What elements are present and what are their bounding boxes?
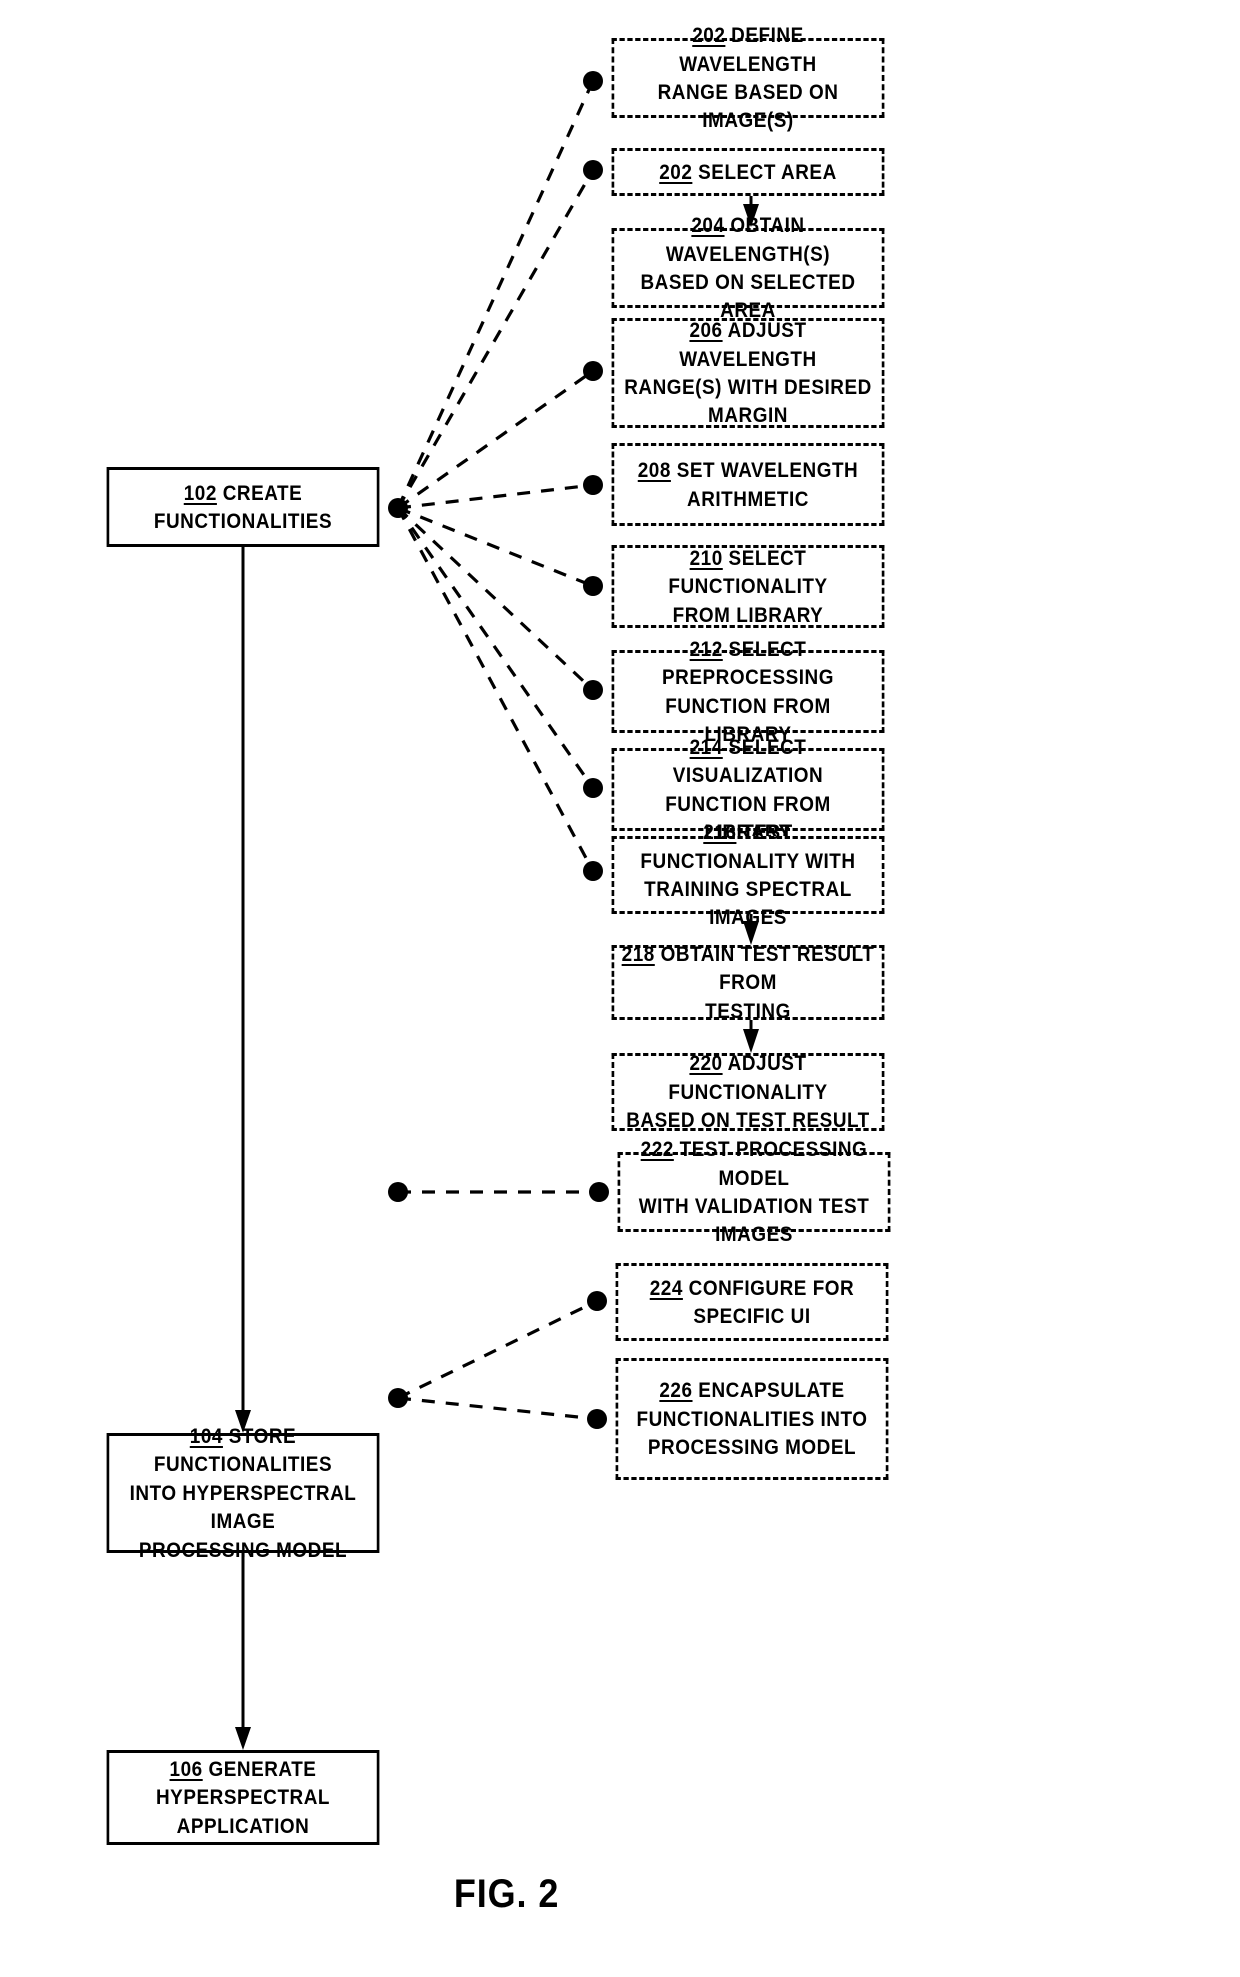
substep-206-line2: RANGE(S) WITH DESIRED <box>624 375 872 399</box>
substep-222-line1: TEST PROCESSING MODEL <box>679 1137 868 1190</box>
ref-numeral-202a: 202 <box>692 23 726 48</box>
figure-caption: FIG. 2 <box>453 1872 560 1916</box>
substep-202a-line2: RANGE BASED ON IMAGE(S) <box>657 80 839 133</box>
substep-box-202b-label: 202 SELECT AREA <box>652 158 844 186</box>
arrow-102-to-104 <box>235 547 251 1433</box>
substep-226-line2: FUNCTIONALITIES INTO <box>636 1406 868 1431</box>
process-box-102-label: 102 CREATE FUNCTIONALITIES <box>109 479 377 536</box>
junction-dots <box>388 71 609 1429</box>
figure-canvas: 102 CREATE FUNCTIONALITIES 104 STORE FUN… <box>0 0 1240 1977</box>
ref-numeral-220: 220 <box>689 1051 723 1076</box>
substep-216-line1: TEST FUNCTIONALITY WITH <box>640 820 856 873</box>
junction-dot-222 <box>589 1182 609 1202</box>
process-box-104-line3: PROCESSING MODEL <box>138 1537 348 1562</box>
process-box-102[interactable]: 102 CREATE FUNCTIONALITIES <box>106 467 380 547</box>
process-box-104[interactable]: 104 STORE FUNCTIONALITIES INTO HYPERSPEC… <box>106 1424 380 1562</box>
junction-dot-202a <box>583 71 603 91</box>
substep-box-206[interactable]: 206 ADJUST WAVELENGTH RANGE(S) WITH DESI… <box>611 316 885 430</box>
ref-numeral-206: 206 <box>689 318 723 343</box>
substep-206-line3: MARGIN <box>708 403 788 428</box>
substep-box-216-label: 216 TEST FUNCTIONALITY WITH TRAINING SPE… <box>614 818 882 932</box>
substep-box-210[interactable]: 210 SELECT FUNCTIONALITY FROM LIBRARY <box>611 544 885 629</box>
ref-numeral-202b: 202 <box>659 159 693 184</box>
ref-numeral-226: 226 <box>659 1378 693 1403</box>
ref-numeral-216: 216 <box>703 820 737 845</box>
ref-numeral-218: 218 <box>621 941 655 966</box>
substep-box-224[interactable]: 224 CONFIGURE FOR SPECIFIC UI <box>615 1263 889 1341</box>
junction-dot-202b <box>583 160 603 180</box>
substep-216-line2: TRAINING SPECTRAL IMAGES <box>644 877 852 930</box>
ref-numeral-204: 204 <box>691 213 725 238</box>
substep-212-line1: SELECT PREPROCESSING <box>662 636 834 690</box>
substep-218-line1: OBTAIN TEST RESULT FROM <box>660 941 875 995</box>
substep-208-line1: SET WAVELENGTH <box>676 458 859 483</box>
arrow-104-to-106 <box>235 1553 251 1750</box>
junction-dot-102 <box>388 498 408 518</box>
substep-box-206-label: 206 ADJUST WAVELENGTH RANGE(S) WITH DESI… <box>614 316 882 430</box>
dashed-links-from-106 <box>397 1299 598 1421</box>
ref-numeral-104: 104 <box>189 1424 223 1449</box>
process-box-106[interactable]: 106 GENERATE HYPERSPECTRAL APPLICATION <box>106 1750 380 1845</box>
substep-box-222[interactable]: 222 TEST PROCESSING MODEL WITH VALIDATIO… <box>617 1137 891 1246</box>
ref-numeral-208: 208 <box>637 458 671 483</box>
substep-box-208-label: 208 SET WAVELENGTH ARITHMETIC <box>631 456 866 513</box>
substep-box-204[interactable]: 204 OBTAIN WAVELENGTH(S) BASED ON SELECT… <box>611 213 885 322</box>
substep-box-202b[interactable]: 202 SELECT AREA <box>611 148 885 196</box>
substep-box-210-label: 210 SELECT FUNCTIONALITY FROM LIBRARY <box>614 544 882 629</box>
ref-numeral-224: 224 <box>649 1275 683 1300</box>
junction-dot-210 <box>583 576 603 596</box>
ref-numeral-212: 212 <box>689 636 723 661</box>
substep-box-218[interactable]: 218 OBTAIN TEST RESULT FROM TESTING <box>611 942 885 1023</box>
junction-dot-212 <box>583 680 603 700</box>
substep-box-202a-label: 202 DEFINE WAVELENGTH RANGE BASED ON IMA… <box>614 21 882 135</box>
substep-210-line2: FROM LIBRARY <box>672 602 824 627</box>
junction-dot-104 <box>388 1182 408 1202</box>
substep-226-line1: ENCAPSULATE <box>698 1378 845 1403</box>
substep-208-line2: ARITHMETIC <box>687 486 809 511</box>
junction-dot-224 <box>587 1291 607 1311</box>
substep-box-222-label: 222 TEST PROCESSING MODEL WITH VALIDATIO… <box>620 1135 888 1249</box>
junction-dot-208 <box>583 475 603 495</box>
junction-dot-226 <box>587 1409 607 1429</box>
substep-box-204-label: 204 OBTAIN WAVELENGTH(S) BASED ON SELECT… <box>614 211 882 325</box>
substep-box-208[interactable]: 208 SET WAVELENGTH ARITHMETIC <box>611 443 885 526</box>
substep-box-220-label: 220 ADJUST FUNCTIONALITY BASED ON TEST R… <box>614 1049 882 1134</box>
substep-box-212[interactable]: 212 SELECT PREPROCESSING FUNCTION FROM L… <box>611 637 885 746</box>
junction-dot-214 <box>583 778 603 798</box>
process-box-104-line2: INTO HYPERSPECTRAL IMAGE <box>129 1480 357 1534</box>
substep-218-line2: TESTING <box>705 998 791 1023</box>
substep-box-226-label: 226 ENCAPSULATE FUNCTIONALITIES INTO PRO… <box>629 1376 874 1461</box>
junction-dot-206 <box>583 361 603 381</box>
process-box-106-line2: APPLICATION <box>176 1813 310 1838</box>
substep-box-220[interactable]: 220 ADJUST FUNCTIONALITY BASED ON TEST R… <box>611 1051 885 1132</box>
process-box-104-line1: STORE FUNCTIONALITIES <box>153 1424 333 1477</box>
substep-202b-line1: SELECT AREA <box>698 159 837 184</box>
process-box-102-text: CREATE FUNCTIONALITIES <box>153 480 333 533</box>
substep-222-line2: WITH VALIDATION TEST IMAGES <box>638 1194 870 1247</box>
substep-224-line2: SPECIFIC UI <box>693 1304 811 1328</box>
ref-numeral-106: 106 <box>169 1756 203 1781</box>
ref-numeral-222: 222 <box>640 1137 674 1162</box>
ref-numeral-102: 102 <box>183 480 217 505</box>
substep-box-226[interactable]: 226 ENCAPSULATE FUNCTIONALITIES INTO PRO… <box>615 1358 889 1480</box>
substep-226-line3: PROCESSING MODEL <box>647 1435 857 1460</box>
process-box-104-label: 104 STORE FUNCTIONALITIES INTO HYPERSPEC… <box>109 1422 377 1564</box>
substep-box-218-label: 218 OBTAIN TEST RESULT FROM TESTING <box>614 940 882 1025</box>
substep-220-line2: BASED ON TEST RESULT <box>626 1108 870 1133</box>
ref-numeral-210: 210 <box>689 545 723 570</box>
ref-numeral-214: 214 <box>689 734 723 759</box>
junction-dot-216 <box>583 861 603 881</box>
dashed-links-from-102 <box>396 80 595 872</box>
substep-204-line2: BASED ON SELECTED AREA <box>640 270 856 323</box>
junction-dot-106 <box>388 1388 408 1408</box>
substep-box-216[interactable]: 216 TEST FUNCTIONALITY WITH TRAINING SPE… <box>611 820 885 929</box>
process-box-106-label: 106 GENERATE HYPERSPECTRAL APPLICATION <box>109 1755 377 1840</box>
substep-box-212-label: 212 SELECT PREPROCESSING FUNCTION FROM L… <box>614 635 882 749</box>
substep-box-202a[interactable]: 202 DEFINE WAVELENGTH RANGE BASED ON IMA… <box>611 23 885 132</box>
substep-224-line1: CONFIGURE FOR <box>688 1275 855 1300</box>
substep-box-224-label: 224 CONFIGURE FOR SPECIFIC UI <box>643 1274 862 1331</box>
